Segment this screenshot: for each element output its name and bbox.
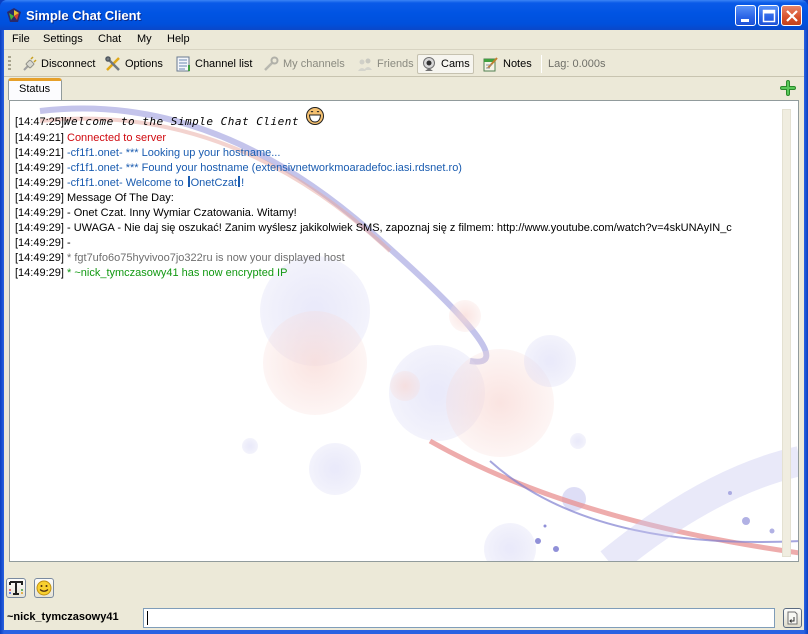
app-logo-icon [7, 8, 21, 22]
maximize-icon [762, 9, 776, 23]
my-channels-button[interactable]: My channels [260, 54, 348, 74]
log-text-highlight: OnetCzat [190, 177, 238, 189]
timestamp: [14:47:25] [15, 116, 64, 128]
my-channels-label: My channels [283, 58, 345, 70]
client-area: File Settings Chat My Help Disconnect Op… [4, 30, 804, 630]
message-input[interactable] [143, 608, 775, 628]
log-line: [14:47:25]Welcome to the Simple Chat Cli… [15, 107, 775, 131]
cams-button[interactable]: Cams [417, 54, 474, 74]
toolbar-separator [541, 55, 542, 73]
vertical-scrollbar[interactable] [782, 109, 791, 557]
tab-status-label: Status [19, 83, 51, 95]
menu-file[interactable]: File [12, 33, 30, 45]
notepad-icon [483, 57, 498, 72]
friends-label: Friends [377, 58, 414, 70]
window-title: Simple Chat Client [26, 8, 141, 23]
maximize-button[interactable] [758, 5, 779, 26]
menu-bar: File Settings Chat My Help [4, 30, 804, 50]
text-format-icon [9, 581, 23, 595]
log-line: [14:49:29] -cf1f1.onet- Welcome to OnetC… [15, 176, 245, 189]
nickname-label: ~nick_tymczasowy41 [7, 611, 119, 623]
list-icon [176, 56, 190, 72]
plug-icon [23, 56, 37, 71]
menu-help[interactable]: Help [167, 33, 190, 45]
notes-button[interactable]: Notes [480, 54, 535, 74]
webcam-icon [423, 57, 435, 71]
smiley-icon [36, 580, 52, 596]
disconnect-button[interactable]: Disconnect [18, 54, 98, 74]
disconnect-label: Disconnect [41, 58, 96, 70]
format-bar [4, 576, 804, 602]
options-label: Options [125, 58, 163, 70]
wrench-icon [264, 56, 279, 71]
log-line: [14:49:29] - UWAGA - Nie daj się oszukać… [15, 222, 732, 234]
lag-indicator: Lag: 0.000s [548, 58, 606, 70]
log-line: [14:49:29] -cf1f1.onet- *** Found your h… [15, 162, 462, 174]
message-log: [14:47:25]Welcome to the Simple Chat Cli… [15, 107, 775, 281]
close-icon [786, 10, 798, 22]
format-marker [238, 176, 241, 187]
emoticon-button[interactable] [34, 578, 54, 598]
minimize-button[interactable] [735, 5, 756, 26]
log-text: - [67, 237, 71, 249]
minimize-icon [741, 19, 749, 22]
format-marker [187, 176, 190, 187]
tab-bar: Status [4, 78, 804, 100]
log-line: [14:49:21] Connected to server [15, 132, 167, 144]
log-text: Message Of The Day: [67, 192, 174, 204]
channel-list-button[interactable]: Channel list [172, 54, 255, 74]
log-line: [14:49:29] * fgt7ufo6o75hyvivoo7jo322ru … [15, 252, 345, 264]
title-bar[interactable]: Simple Chat Client [0, 0, 808, 30]
close-button[interactable] [781, 5, 802, 26]
welcome-message: Welcome to the Simple Chat Client [63, 115, 299, 128]
log-text: -cf1f1.onet- *** Looking up your hostnam… [67, 147, 281, 159]
cams-label: Cams [441, 58, 470, 70]
enter-icon [787, 611, 798, 625]
log-text: - Onet Czat. Inny Wymiar Czatowania. Wit… [67, 207, 297, 219]
laughing-smiley-icon [305, 107, 324, 125]
options-button[interactable]: Options [102, 54, 166, 74]
log-text: Connected to server [67, 132, 167, 144]
menu-my[interactable]: My [137, 33, 152, 45]
log-text: * ~nick_tymczasowy41 has now encrypted I… [67, 267, 288, 279]
send-button[interactable] [783, 608, 802, 628]
friends-button[interactable]: Friends [354, 54, 417, 74]
plus-icon[interactable] [780, 80, 796, 96]
log-text: -cf1f1.onet- *** Found your hostname (ex… [67, 162, 462, 174]
toolbar: Disconnect Options Channel list My chann… [4, 51, 804, 77]
toolbar-grip[interactable] [8, 56, 11, 72]
input-bar: ~nick_tymczasowy41 [4, 608, 804, 630]
menu-settings[interactable]: Settings [43, 33, 83, 45]
log-line: [14:49:29] Message Of The Day: [15, 192, 174, 204]
log-line: [14:49:29] * ~nick_tymczasowy41 has now … [15, 267, 288, 279]
channel-list-label: Channel list [195, 58, 253, 70]
text-format-button[interactable] [6, 578, 26, 598]
friends-icon [358, 58, 372, 71]
menu-chat[interactable]: Chat [98, 33, 121, 45]
chat-log-panel[interactable]: [14:47:25]Welcome to the Simple Chat Cli… [9, 100, 799, 562]
notes-label: Notes [503, 58, 532, 70]
text-caret [147, 611, 148, 625]
tab-status[interactable]: Status [8, 78, 62, 100]
app-window: Simple Chat Client File Settings Chat My… [0, 0, 808, 634]
log-text: - UWAGA - Nie daj się oszukać! Zanim wyś… [67, 222, 732, 234]
log-text: -cf1f1.onet- Welcome to [67, 177, 187, 189]
tools-icon [105, 56, 120, 71]
log-line: [14:49:29] - [15, 237, 71, 249]
log-line: [14:49:21] -cf1f1.onet- *** Looking up y… [15, 147, 281, 159]
log-line: [14:49:29] - Onet Czat. Inny Wymiar Czat… [15, 207, 297, 219]
log-text: * fgt7ufo6o75hyvivoo7jo322ru is now your… [67, 252, 345, 264]
